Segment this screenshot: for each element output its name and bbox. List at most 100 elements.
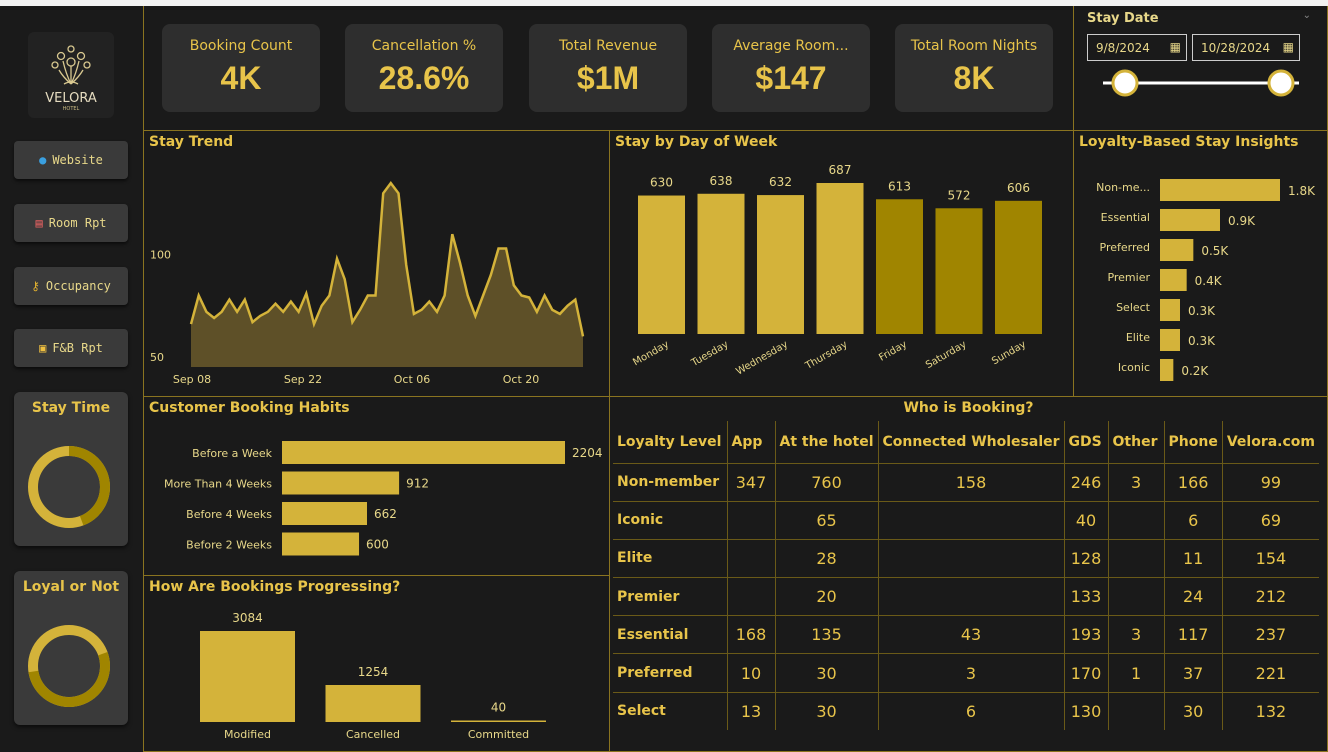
table-row[interactable]: Elite 28 128 11 154 — [613, 538, 1319, 578]
table-cell: 13 — [726, 691, 775, 731]
table-cell: 132 — [1221, 691, 1319, 731]
slider-handle-start[interactable] — [1111, 69, 1139, 97]
table-cell: 3 — [1107, 462, 1165, 502]
beer-mug-icon: ▣ — [39, 341, 47, 355]
table-cell: 40 — [1063, 500, 1109, 540]
table-row[interactable]: Premier 20 133 24 212 — [613, 577, 1319, 616]
progress-panel: How Are Bookings Progressing? 3084 Modifi… — [143, 575, 610, 752]
column-header[interactable]: Connected Wholesaler — [877, 421, 1065, 463]
progress-category-label: Modified — [224, 728, 271, 741]
table-cell: 128 — [1063, 538, 1109, 578]
column-header[interactable]: At the hotel — [774, 421, 879, 463]
end-date-input[interactable]: 10/28/2024 ▦ — [1192, 34, 1300, 61]
start-date-input[interactable]: 9/8/2024 ▦ — [1087, 34, 1187, 61]
table-row[interactable]: Preferred 10 30 3 170 1 37 221 — [613, 653, 1319, 693]
globe-icon: ● — [39, 153, 47, 167]
who-title: Who is Booking? — [903, 400, 1034, 416]
loyalty-value-label: 1.8K — [1288, 184, 1316, 198]
table-cell — [877, 500, 1065, 540]
table-cell: 20 — [774, 577, 879, 616]
x-tick-label: Oct 20 — [503, 373, 540, 386]
dow-value-label: 606 — [1007, 181, 1030, 195]
website-button[interactable]: ● Website — [14, 141, 128, 179]
kpi-booking-count: Booking Count 4K — [162, 24, 320, 112]
dow-bar — [816, 183, 864, 334]
left-navigation: VELORA HOTEL ● Website ▤ Room Rpt ⚷ Occu… — [0, 6, 142, 752]
loyalty-category-label: Select — [1116, 301, 1151, 314]
habit-category-label: Before 2 Weeks — [186, 539, 272, 552]
table-cell — [877, 577, 1065, 616]
progress-chart: 3084 Modified 1254 Cancelled 40 Committed — [200, 611, 546, 741]
loyalty-value-label: 0.3K — [1188, 334, 1216, 348]
stay-trend-panel: Stay Trend 50 100 Sep 08 Sep 22 Oct 06 Oct 20 — [143, 130, 610, 397]
dow-category-label: Thursday — [803, 339, 850, 372]
loyalty-chart: Non-me... 1.8K Essential 0.9K Preferred 0.5K P… — [1096, 179, 1316, 381]
calendar-icon[interactable]: ▦ — [1170, 40, 1181, 54]
start-date-value: 9/8/2024 — [1096, 40, 1150, 55]
habit-value-label: 600 — [366, 538, 389, 552]
dow-category-label: Saturday — [924, 339, 969, 371]
table-cell: 166 — [1163, 462, 1223, 502]
kpi-label: Total Revenue — [558, 38, 658, 54]
table-cell: 158 — [877, 462, 1065, 502]
kpi-value: $147 — [755, 60, 827, 96]
occupancy-button[interactable]: ⚷ Occupancy — [14, 267, 128, 305]
calendar-icon[interactable]: ▦ — [1283, 40, 1294, 54]
kpi-total-revenue: Total Revenue $1M — [529, 24, 687, 112]
table-cell: 30 — [774, 691, 879, 731]
peacock-logo-icon: VELORA HOTEL — [45, 45, 97, 112]
column-header[interactable]: Loyalty Level — [613, 421, 727, 463]
loyalty-category-label: Preferred — [1100, 241, 1151, 254]
table-cell: 65 — [774, 500, 879, 540]
table-cell: 246 — [1063, 462, 1109, 502]
loyalty-value-label: 0.4K — [1195, 274, 1223, 288]
table-cell: 30 — [774, 653, 879, 693]
table-cell — [1107, 538, 1165, 578]
dow-value-label: 632 — [769, 175, 792, 189]
room-rpt-label: Room Rpt — [48, 216, 107, 230]
dow-category-label: Monday — [631, 339, 671, 368]
room-rpt-button[interactable]: ▤ Room Rpt — [14, 204, 128, 242]
table-cell — [726, 500, 775, 540]
habits-panel: Customer Booking Habits Before a Week 220… — [143, 396, 610, 576]
dow-category-label: Tuesday — [689, 339, 731, 369]
stay-date-title: Stay Date — [1087, 11, 1159, 26]
table-row[interactable]: Select 13 30 6 130 30 132 — [613, 691, 1319, 731]
dow-bar — [757, 195, 804, 334]
table-cell: 237 — [1221, 615, 1319, 654]
dow-value-label: 572 — [948, 188, 971, 202]
dow-category-label: Sunday — [990, 339, 1028, 367]
table-row[interactable]: Iconic 65 40 6 69 — [613, 500, 1319, 540]
date-range-slider[interactable] — [1095, 66, 1310, 100]
column-header[interactable]: App — [726, 421, 775, 463]
loyalty-bar — [1160, 359, 1174, 381]
fb-rpt-button[interactable]: ▣ F&B Rpt — [14, 329, 128, 367]
kpi-label: Cancellation % — [371, 38, 477, 54]
brand-sub: HOTEL — [63, 106, 80, 112]
key-icon: ⚷ — [31, 279, 40, 293]
dow-bar — [935, 208, 983, 334]
x-tick-label: Sep 08 — [173, 373, 211, 386]
column-header[interactable]: Velora.com — [1221, 421, 1319, 463]
loyalty-value-label: 0.9K — [1228, 214, 1256, 228]
table-cell: 99 — [1221, 462, 1319, 502]
loyal-or-not-card[interactable]: Loyal or Not — [14, 571, 128, 725]
dow-value-label: 638 — [710, 174, 733, 188]
table-cell: 135 — [774, 615, 879, 654]
stay-time-card[interactable]: Stay Time — [14, 392, 128, 546]
column-header[interactable]: GDS — [1063, 421, 1109, 463]
row-header: Iconic — [613, 500, 727, 540]
chevron-down-icon[interactable]: ⌄ — [1303, 10, 1311, 21]
column-header[interactable]: Phone — [1163, 421, 1223, 463]
slider-handle-end[interactable] — [1267, 69, 1295, 97]
loyalty-value-label: 0.5K — [1201, 244, 1229, 258]
table-row[interactable]: Non-member 347 760 158 246 3 166 99 — [613, 462, 1319, 502]
end-date-value: 10/28/2024 — [1201, 40, 1271, 55]
column-header[interactable]: Other — [1107, 421, 1165, 463]
loyalty-category-label: Premier — [1107, 271, 1150, 284]
table-cell: 133 — [1063, 577, 1109, 616]
table-row[interactable]: Essential 168 135 43 193 3 117 237 — [613, 615, 1319, 654]
habit-bar — [282, 471, 400, 495]
kpi-value: 8K — [953, 60, 995, 96]
habit-category-label: Before a Week — [192, 447, 272, 460]
